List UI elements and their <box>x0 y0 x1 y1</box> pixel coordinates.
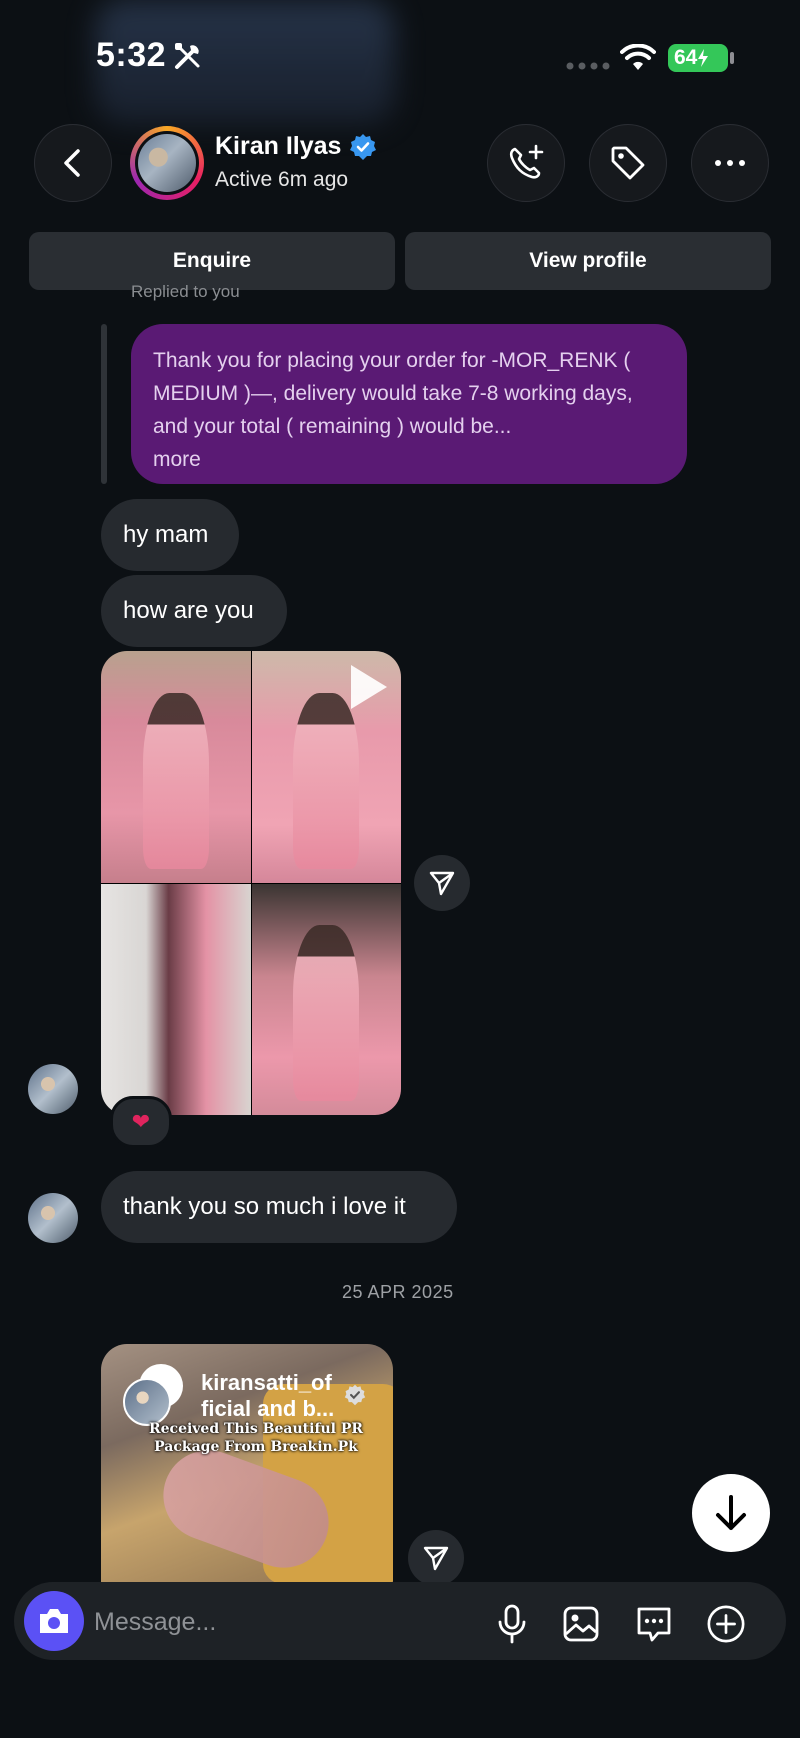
view-profile-button[interactable]: View profile <box>405 232 771 290</box>
sender-avatar[interactable] <box>28 1064 78 1114</box>
message-text: thank you so much i love it <box>123 1193 406 1220</box>
battery-level: 64 <box>674 46 698 69</box>
message-bubble[interactable]: thank you so much i love it <box>101 1171 457 1243</box>
reply-indicator-bar <box>101 324 107 484</box>
scroll-to-bottom-button[interactable] <box>692 1474 770 1552</box>
plus-circle-icon <box>707 1605 745 1643</box>
heart-reaction: ❤ <box>131 1109 151 1134</box>
wifi-icon <box>620 44 656 70</box>
avatar[interactable] <box>130 126 204 200</box>
tag-icon <box>611 146 645 180</box>
post-author-avatar <box>123 1378 171 1426</box>
gallery-button[interactable] <box>561 1604 601 1644</box>
back-button[interactable] <box>34 124 112 202</box>
photo-grid-message[interactable] <box>101 651 401 1115</box>
reaction-badge[interactable]: ❤ <box>110 1096 172 1148</box>
chevron-left-icon <box>64 149 80 177</box>
message-input[interactable] <box>92 1598 476 1646</box>
send-icon <box>423 1546 449 1571</box>
photo-4[interactable] <box>251 883 401 1115</box>
active-status: Active 6m ago <box>215 168 349 191</box>
camera-icon <box>40 1609 68 1633</box>
add-attachment-button[interactable] <box>706 1604 746 1644</box>
shared-post[interactable]: kiransatti_of ficial and b... Received T… <box>101 1344 393 1584</box>
replied-label: Replied to you <box>131 282 240 301</box>
share-button[interactable] <box>414 855 470 911</box>
message-bubble[interactable]: hy mam <box>101 499 239 571</box>
battery-indicator: 64 <box>668 44 728 72</box>
message-bubble[interactable]: how are you <box>101 575 287 647</box>
arrow-down-icon <box>716 1495 746 1530</box>
photo-1[interactable] <box>101 651 251 883</box>
voice-message-button[interactable] <box>492 1604 532 1644</box>
post-caption: Received This Beautiful PR Package From … <box>149 1421 363 1455</box>
tools-icon <box>175 43 200 69</box>
verified-badge-icon <box>344 1384 366 1406</box>
message-text: how are you <box>123 597 254 624</box>
photo-3[interactable] <box>101 883 251 1115</box>
avatar-image <box>138 134 196 192</box>
verified-badge-icon <box>350 133 377 160</box>
contact-name-row[interactable]: Kiran Ilyas <box>215 132 377 161</box>
more-horizontal-icon <box>715 160 745 166</box>
audio-call-button[interactable] <box>487 124 565 202</box>
date-divider: 25 APR 2025 <box>342 1282 454 1302</box>
label-button[interactable] <box>589 124 667 202</box>
chat-bubble-icon <box>637 1607 671 1642</box>
sender-avatar[interactable] <box>28 1193 78 1243</box>
send-icon <box>429 871 455 896</box>
image-icon <box>563 1606 599 1642</box>
share-button[interactable] <box>408 1530 464 1586</box>
quick-reply-button[interactable] <box>634 1604 674 1644</box>
post-username: kiransatti_of ficial and b... <box>201 1370 335 1421</box>
microphone-icon <box>498 1604 526 1644</box>
charging-bolt-icon <box>698 49 709 67</box>
phone-plus-icon <box>509 144 544 179</box>
replied-message-bubble[interactable]: Thank you for placing your order for -MO… <box>131 324 687 484</box>
status-time: 5:32 <box>96 36 167 74</box>
see-more-link[interactable]: more <box>153 448 201 471</box>
camera-button[interactable] <box>24 1591 84 1651</box>
video-thumbnail[interactable] <box>251 651 401 883</box>
play-icon <box>351 665 387 709</box>
battery-cap <box>730 52 734 64</box>
message-text: hy mam <box>123 521 209 548</box>
replied-message-text: Thank you for placing your order for -MO… <box>153 349 633 438</box>
more-options-button[interactable] <box>691 124 769 202</box>
signal-dots-icon <box>566 62 610 70</box>
contact-name: Kiran Ilyas <box>215 132 342 160</box>
